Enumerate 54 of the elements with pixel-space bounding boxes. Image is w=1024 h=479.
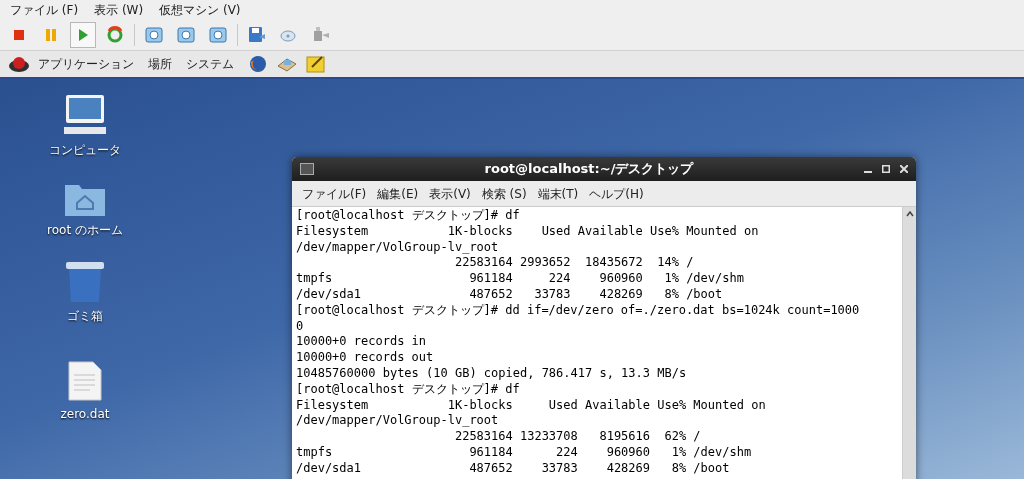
panel-menu[interactable]: アプリケーション (38, 55, 134, 73)
scrollbar[interactable] (902, 207, 916, 479)
terminal-line: 22583164 2993652 18435672 14% / (453, 255, 695, 272)
menu-item[interactable]: ファイル(F) (302, 184, 367, 203)
menu-item[interactable]: ファイル (F) (10, 1, 79, 19)
menu-item[interactable]: 表示 (W) (94, 1, 144, 19)
floppy-icon (247, 25, 267, 45)
terminal-icon (300, 163, 314, 175)
terminal-line: /dev/mapper/VolGroup-lv_root (296, 413, 500, 430)
bin-icon (65, 261, 105, 303)
globe-icon[interactable] (248, 54, 268, 74)
menu-item[interactable]: 検索 (S) (481, 184, 527, 203)
panel-menu[interactable]: 場所 (148, 55, 172, 73)
terminal-line: [root@localhost デスクトップ]# df (296, 381, 521, 398)
stop-icon (13, 29, 25, 41)
terminal-line: [root@localhost デスクトップ]# dd if=/dev/zero of=./zero.dat bs=1024k count=1000 (296, 302, 861, 319)
terminal-line: /dev/mapper/VolGroup-lv_root (296, 239, 500, 256)
terminal-line: Filesystem 1K-blocks Used Available Use% Mounted on (296, 223, 760, 240)
menu-item[interactable]: 端末(T) (537, 184, 579, 203)
pause-icon (45, 28, 57, 42)
terminal-line: [root@localhost デスクトップ]# df (296, 208, 521, 224)
terminal-line: 10485760000 bytes (10 GB) copied, 786.417 s, 13.3 MB/s (296, 365, 688, 382)
desktop-icon-label[interactable]: ゴミ箱 (67, 307, 103, 325)
terminal-line: Filesystem 1K-blocks Used Available Use% Mounted on (296, 397, 767, 414)
snapshot-icon (208, 25, 228, 45)
play-icon (77, 28, 89, 42)
panel-menu[interactable]: システム (186, 55, 234, 73)
refresh-icon (106, 26, 124, 44)
menu-item[interactable]: 表示(V) (429, 184, 471, 203)
terminal-line: /dev/sda1 487652 33783 428269 8% /boot (296, 460, 731, 477)
document-icon (68, 361, 102, 401)
snapshot-icon (144, 25, 164, 45)
hat-logo-icon[interactable] (8, 54, 30, 74)
menu-item[interactable]: 仮想マシン (V) (159, 1, 241, 19)
terminal-line: /dev/sda1 487652 33783 428269 8% /boot (296, 287, 724, 303)
snapshot-icon (176, 25, 196, 45)
computer-icon (62, 93, 108, 137)
scroll-up-icon[interactable] (904, 209, 915, 219)
terminal-line: 10000+0 records out (296, 350, 435, 366)
window-title: root@localhost:~/デスクトップ (483, 160, 695, 179)
notepad-icon[interactable] (306, 54, 326, 74)
desktop-icon-label[interactable]: root のホーム (47, 221, 123, 239)
terminal-line: 0 (296, 318, 305, 335)
terminal-line: tmpfs 961184 224 960960 1% /dev/shm (296, 444, 753, 461)
desktop-icon-label[interactable]: zero.dat (60, 405, 110, 423)
terminal-line: tmpfs 961184 224 960960 1% /dev/shm (296, 271, 745, 287)
close-icon[interactable] (900, 165, 908, 173)
terminal-line: 22583164 13233708 8195616 62% / (453, 429, 702, 445)
menu-item[interactable]: ヘルプ(H) (589, 184, 644, 203)
toolbar-button[interactable] (70, 22, 96, 48)
terminal-line: 10000+0 records in (296, 334, 428, 351)
desktop-icon-label[interactable]: コンピュータ (49, 141, 121, 159)
menu-item[interactable]: 編集(E) (377, 184, 419, 203)
maximize-icon[interactable] (882, 165, 890, 173)
